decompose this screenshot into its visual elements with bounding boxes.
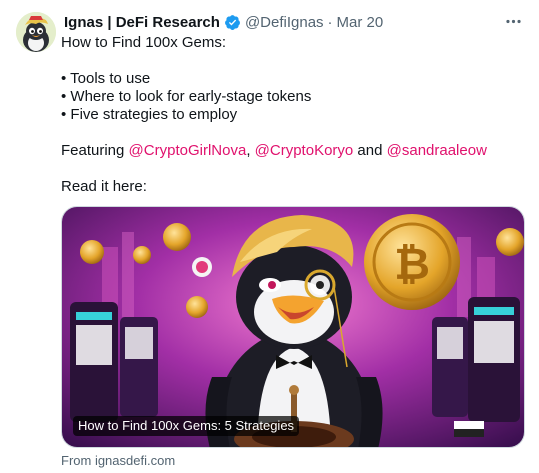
avatar[interactable]: [16, 12, 56, 52]
tweet-headline: How to Find 100x Gems:: [61, 34, 227, 51]
mention-link[interactable]: @CryptoGirlNova: [129, 142, 247, 159]
verified-badge-icon[interactable]: [224, 14, 241, 31]
card-image: ₿: [62, 207, 524, 447]
mention-link[interactable]: @CryptoKoryo: [255, 142, 354, 159]
bullet-item: • Five strategies to employ: [61, 106, 238, 123]
mention-link[interactable]: @sandraaleow: [387, 142, 487, 159]
card-source[interactable]: From ignasdefi.com: [61, 453, 175, 468]
tweet-date[interactable]: Mar 20: [337, 14, 384, 31]
penguin-avatar-icon: [16, 12, 56, 52]
more-options-icon[interactable]: [504, 12, 523, 31]
read-it-text: Read it here:: [61, 178, 147, 195]
author-handle[interactable]: @DefiIgnas: [245, 14, 324, 31]
bullet-item: • Where to look for early-stage tokens: [61, 88, 312, 105]
tweet-header: Ignas | DeFi Research @DefiIgnas · Mar 2…: [64, 12, 383, 32]
and-text: and: [353, 142, 387, 159]
featuring-line: Featuring @CryptoGirlNova, @CryptoKoryo …: [61, 142, 521, 160]
bullet-item: • Tools to use: [61, 70, 151, 87]
comma-text: ,: [246, 142, 255, 159]
separator: ·: [327, 13, 333, 31]
link-card[interactable]: ₿ How to Find 100x Gems: 5 Strategies: [61, 206, 525, 448]
tweet[interactable]: Ignas | DeFi Research @DefiIgnas · Mar 2…: [0, 0, 539, 473]
svg-text:₿: ₿: [394, 239, 430, 290]
author-display-name[interactable]: Ignas | DeFi Research: [64, 14, 220, 31]
tweet-text: How to Find 100x Gems: • Tools to use • …: [61, 34, 521, 196]
featuring-prefix: Featuring: [61, 142, 129, 159]
card-title[interactable]: How to Find 100x Gems: 5 Strategies: [73, 416, 300, 436]
